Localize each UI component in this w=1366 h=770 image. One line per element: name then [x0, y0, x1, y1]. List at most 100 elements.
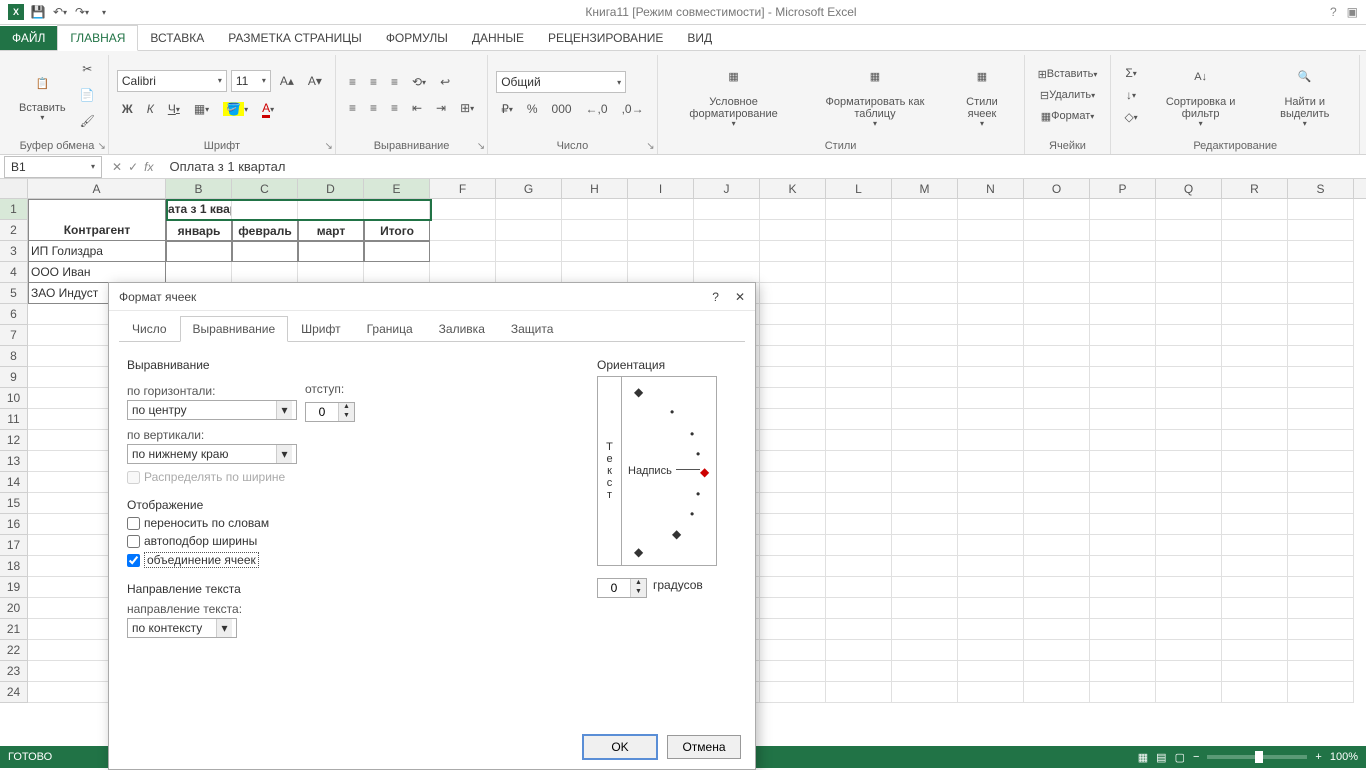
- cell[interactable]: [430, 262, 496, 283]
- qat-customize-icon[interactable]: ▾: [96, 4, 112, 20]
- cell[interactable]: [1024, 619, 1090, 640]
- cell[interactable]: [892, 325, 958, 346]
- row-header[interactable]: 17: [0, 535, 28, 556]
- col-header-H[interactable]: H: [562, 179, 628, 198]
- cell[interactable]: [1222, 493, 1288, 514]
- cell[interactable]: [1156, 661, 1222, 682]
- cell[interactable]: [1288, 199, 1354, 220]
- deg-down-icon[interactable]: ▼: [631, 588, 646, 597]
- orientation-box[interactable]: Текст Надпись ◆ ◆ • • • • • ◆ ◆: [597, 376, 717, 566]
- cell[interactable]: ата з 1 квартал: [166, 199, 232, 220]
- cell[interactable]: [1156, 619, 1222, 640]
- cell[interactable]: [1288, 367, 1354, 388]
- cell[interactable]: [958, 262, 1024, 283]
- cell[interactable]: ООО Иван: [28, 262, 166, 283]
- cell[interactable]: [1222, 598, 1288, 619]
- cell[interactable]: [1222, 262, 1288, 283]
- row-header[interactable]: 16: [0, 514, 28, 535]
- cell[interactable]: [826, 661, 892, 682]
- cell[interactable]: [430, 199, 496, 220]
- col-header-C[interactable]: C: [232, 179, 298, 198]
- align-center-icon[interactable]: ≡: [365, 98, 382, 118]
- cell[interactable]: [694, 262, 760, 283]
- cell[interactable]: [892, 493, 958, 514]
- font-launcher-icon[interactable]: ↘: [325, 141, 333, 152]
- cell[interactable]: [1222, 472, 1288, 493]
- row-header[interactable]: 24: [0, 682, 28, 703]
- percent-icon[interactable]: %: [522, 99, 543, 119]
- cell[interactable]: [958, 640, 1024, 661]
- cell[interactable]: [1024, 388, 1090, 409]
- cell[interactable]: [826, 367, 892, 388]
- cell[interactable]: [1156, 283, 1222, 304]
- cut-icon[interactable]: ✂: [75, 59, 100, 79]
- cell[interactable]: [1288, 577, 1354, 598]
- cell[interactable]: [958, 409, 1024, 430]
- grow-font-icon[interactable]: A▴: [275, 71, 299, 91]
- cell[interactable]: [1156, 241, 1222, 262]
- cell[interactable]: [1222, 514, 1288, 535]
- find-select-button[interactable]: 🔍Найти и выделить▾: [1259, 59, 1351, 132]
- cell[interactable]: [958, 619, 1024, 640]
- row-header[interactable]: 12: [0, 430, 28, 451]
- cell[interactable]: [1288, 514, 1354, 535]
- align-top-icon[interactable]: ≡: [344, 72, 361, 92]
- cell[interactable]: [958, 325, 1024, 346]
- cell[interactable]: [562, 199, 628, 220]
- row-header[interactable]: 3: [0, 241, 28, 262]
- horiz-align-select[interactable]: по центру▾: [127, 400, 297, 420]
- cell[interactable]: [628, 262, 694, 283]
- help-icon[interactable]: ?: [1330, 5, 1337, 19]
- cell[interactable]: [760, 661, 826, 682]
- cell[interactable]: [1090, 640, 1156, 661]
- font-size-select[interactable]: 11▾: [231, 70, 271, 92]
- cell[interactable]: [1090, 304, 1156, 325]
- cell[interactable]: [892, 430, 958, 451]
- dialog-titlebar[interactable]: Формат ячеек ? ✕: [109, 283, 755, 311]
- cell[interactable]: [1222, 220, 1288, 241]
- cell[interactable]: [826, 262, 892, 283]
- align-left-icon[interactable]: ≡: [344, 98, 361, 118]
- insert-cells-button[interactable]: ⊞ Вставить ▾: [1033, 65, 1103, 84]
- cell[interactable]: [1156, 535, 1222, 556]
- cell[interactable]: [958, 535, 1024, 556]
- cell[interactable]: [1222, 325, 1288, 346]
- cell[interactable]: [892, 304, 958, 325]
- cell[interactable]: [1288, 472, 1354, 493]
- cell[interactable]: [1222, 640, 1288, 661]
- cell[interactable]: [1024, 346, 1090, 367]
- cell[interactable]: [1090, 325, 1156, 346]
- cell[interactable]: [1090, 262, 1156, 283]
- cell[interactable]: [1024, 304, 1090, 325]
- cell[interactable]: [1288, 451, 1354, 472]
- cell[interactable]: [364, 262, 430, 283]
- cell[interactable]: [958, 304, 1024, 325]
- cell[interactable]: [760, 367, 826, 388]
- name-box[interactable]: B1▾: [4, 156, 102, 178]
- cell[interactable]: [1156, 304, 1222, 325]
- underline-button[interactable]: Ч▾: [163, 99, 185, 119]
- cell[interactable]: январь: [166, 220, 232, 241]
- cell[interactable]: [826, 619, 892, 640]
- cell[interactable]: [760, 598, 826, 619]
- cell[interactable]: [958, 493, 1024, 514]
- cancel-button[interactable]: Отмена: [667, 735, 741, 759]
- cell[interactable]: [760, 388, 826, 409]
- cell[interactable]: [760, 493, 826, 514]
- cell[interactable]: [1288, 598, 1354, 619]
- orient-canvas[interactable]: Надпись ◆ ◆ • • • • • ◆ ◆: [622, 377, 716, 565]
- cell[interactable]: [892, 388, 958, 409]
- cell[interactable]: [760, 409, 826, 430]
- cell[interactable]: [1024, 451, 1090, 472]
- cell[interactable]: [1156, 430, 1222, 451]
- number-launcher-icon[interactable]: ↘: [646, 141, 654, 152]
- cell[interactable]: [892, 682, 958, 703]
- orient-vert-text[interactable]: Текст: [598, 377, 622, 565]
- cell[interactable]: [826, 325, 892, 346]
- cell[interactable]: [1222, 430, 1288, 451]
- cell[interactable]: [1222, 199, 1288, 220]
- align-bottom-icon[interactable]: ≡: [386, 72, 403, 92]
- cell[interactable]: [1024, 220, 1090, 241]
- dlg-tab-border[interactable]: Граница: [354, 316, 426, 342]
- cell[interactable]: [430, 241, 496, 262]
